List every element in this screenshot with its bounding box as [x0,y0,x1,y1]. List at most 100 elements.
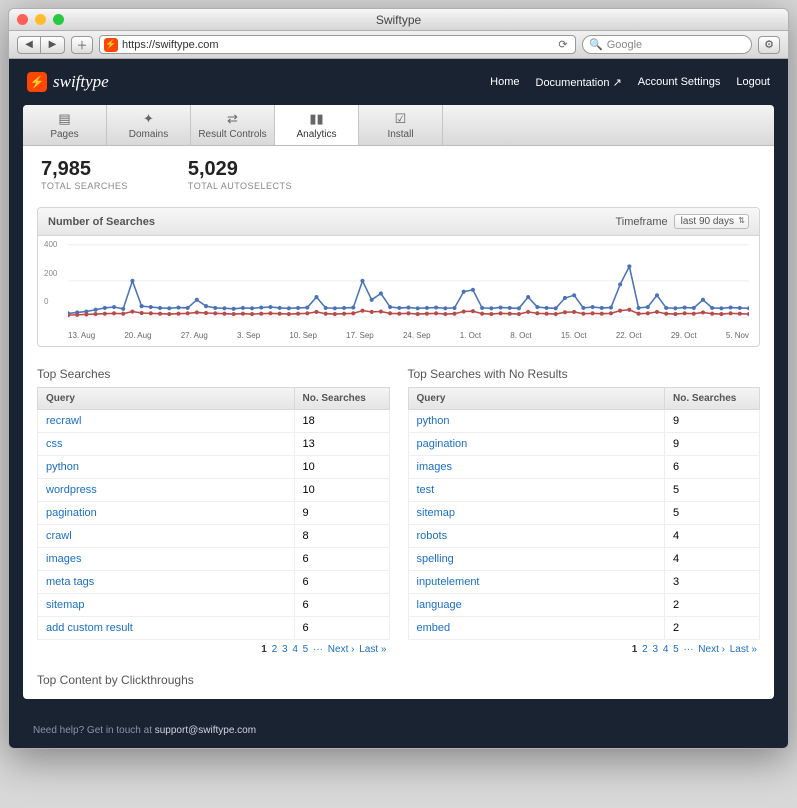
tab-install[interactable]: ☑Install [359,105,443,145]
page-link[interactable]: ··· [684,644,694,655]
count-cell: 9 [665,410,760,433]
add-button[interactable]: ＋ [71,36,93,54]
stats-row: 7,985 TOTAL SEARCHES 5,029 TOTAL AUTOSEL… [23,146,774,203]
query-link[interactable]: add custom result [46,622,133,634]
query-link[interactable]: python [46,461,79,473]
page-link[interactable]: 3 [282,644,288,655]
page-link[interactable]: ··· [313,644,323,655]
query-link[interactable]: images [46,553,81,565]
query-link[interactable]: python [417,415,450,427]
query-link[interactable]: css [46,438,63,450]
zoom-icon[interactable] [53,14,64,25]
nav-settings[interactable]: Account Settings [638,76,721,89]
query-link[interactable]: inputelement [417,576,480,588]
query-link[interactable]: embed [417,622,451,634]
stat-total-searches: 7,985 TOTAL SEARCHES [41,158,128,191]
reload-icon[interactable]: ⟳ [555,38,571,51]
page-link[interactable]: Last » [359,644,386,655]
query-link[interactable]: crawl [46,530,72,542]
tab-result-controls[interactable]: ⇄Result Controls [191,105,275,145]
table-row: pagination 9 [408,433,760,456]
support-email[interactable]: support@swiftype.com [155,725,256,736]
count-cell: 6 [665,456,760,479]
browser-window: Swiftype ◀ ▶ ＋ ⚡ https://swiftype.com ⟳ … [8,8,789,749]
url-text: https://swiftype.com [122,39,219,51]
shuffle-icon: ⇄ [227,111,238,127]
timeframe-select[interactable]: last 90 days [674,214,749,229]
query-link[interactable]: pagination [417,438,468,450]
settings-button[interactable]: ⚙ [758,36,780,54]
top-searches-table: Query No. Searches recrawl18css13python1… [37,387,390,640]
pagination[interactable]: 1 2 3 4 5 ··· Next › Last » [408,640,761,659]
col-count: No. Searches [294,388,389,410]
stat-total-autoselects: 5,029 TOTAL AUTOSELECTS [188,158,292,191]
table-row: recrawl18 [38,410,390,433]
query-link[interactable]: robots [417,530,448,542]
tab-domains[interactable]: ✦Domains [107,105,191,145]
nav-home[interactable]: Home [490,76,519,89]
page-link[interactable]: Next › [328,644,355,655]
nav-docs[interactable]: Documentation ↗ [536,76,622,89]
page-link[interactable]: 5 [303,644,309,655]
line-chart [68,242,749,330]
pagination[interactable]: 1 2 3 4 5 ··· Next › Last » [37,640,390,659]
page-link[interactable]: 5 [673,644,679,655]
query-link[interactable]: sitemap [46,599,85,611]
minimize-icon[interactable] [35,14,46,25]
col-count: No. Searches [665,388,760,410]
table-row: sitemap6 [38,594,390,617]
page-link[interactable]: Last » [730,644,757,655]
page-link[interactable]: Next › [698,644,725,655]
count-cell: 13 [294,433,389,456]
query-link[interactable]: images [417,461,452,473]
page-link[interactable]: 4 [663,644,669,655]
query-link[interactable]: sitemap [417,507,456,519]
page-link[interactable]: 2 [272,644,278,655]
back-button[interactable]: ◀ [17,36,41,54]
tab-analytics[interactable]: ▮▮Analytics [275,105,359,145]
nav-logout[interactable]: Logout [736,76,770,89]
count-cell: 2 [665,594,760,617]
page-link[interactable]: 3 [652,644,658,655]
query-link[interactable]: language [417,599,462,611]
table-row: robots 4 [408,525,760,548]
forward-button[interactable]: ▶ [41,36,65,54]
search-icon: 🔍 [589,38,603,51]
count-cell: 5 [665,479,760,502]
query-link[interactable]: test [417,484,435,496]
tables-row: Top Searches Query No. Searches recrawl1… [23,361,774,669]
page-link[interactable]: 1 [261,644,267,655]
count-cell: 3 [665,571,760,594]
count-cell: 10 [294,456,389,479]
traffic-lights[interactable] [17,14,64,25]
query-link[interactable]: spelling [417,553,454,565]
query-link[interactable]: pagination [46,507,97,519]
count-cell: 4 [665,525,760,548]
query-link[interactable]: wordpress [46,484,97,496]
page-link[interactable]: 1 [632,644,638,655]
search-bar[interactable]: 🔍 Google [582,35,752,54]
chart-title: Number of Searches [48,216,155,228]
close-icon[interactable] [17,14,28,25]
chart-panel: Number of Searches Timeframe last 90 day… [37,207,760,347]
top-nav: Home Documentation ↗ Account Settings Lo… [490,76,770,89]
count-cell: 4 [665,548,760,571]
brand-logo[interactable]: ⚡ swiftype [27,72,109,92]
count-cell: 8 [294,525,389,548]
page-link[interactable]: 4 [292,644,298,655]
app-header: ⚡ swiftype Home Documentation ↗ Account … [9,59,788,105]
query-link[interactable]: meta tags [46,576,94,588]
tabstrip: ▤Pages✦Domains⇄Result Controls▮▮Analytic… [23,105,774,146]
tab-pages[interactable]: ▤Pages [23,105,107,145]
url-bar[interactable]: ⚡ https://swiftype.com ⟳ [99,35,576,54]
page-link[interactable]: 2 [642,644,648,655]
query-link[interactable]: recrawl [46,415,81,427]
footer: Need help? Get in touch at support@swift… [9,713,788,748]
count-cell: 6 [294,617,389,640]
count-cell: 10 [294,479,389,502]
window-titlebar: Swiftype [9,9,788,31]
search-placeholder: Google [607,39,642,51]
count-cell: 9 [665,433,760,456]
top-content-title: Top Content by Clickthroughs [23,669,774,699]
external-icon: ↗ [613,77,622,89]
